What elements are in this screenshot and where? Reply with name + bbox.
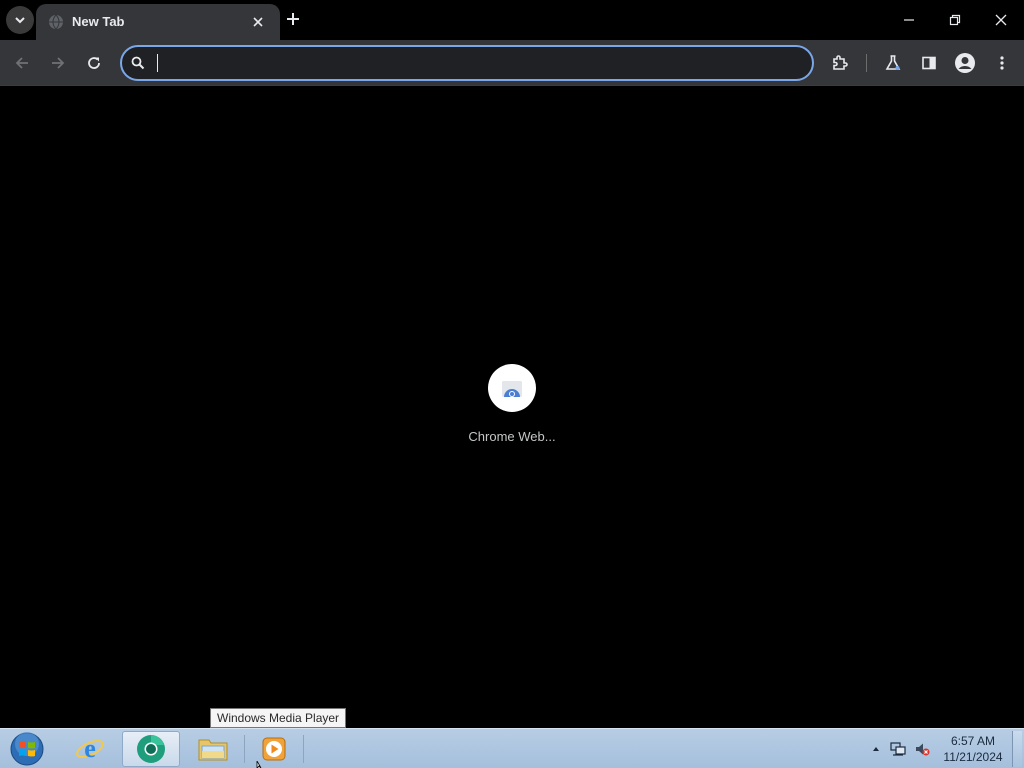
back-button[interactable] — [9, 50, 35, 76]
address-input[interactable] — [156, 53, 796, 73]
arrow-left-icon — [15, 57, 28, 69]
shortcut-label: Chrome Web... — [468, 429, 556, 444]
folder-icon — [198, 739, 228, 761]
arrow-right-icon — [52, 57, 65, 69]
restore-icon — [949, 14, 961, 26]
network-tray-button[interactable] — [890, 741, 906, 757]
profile-button[interactable] — [952, 50, 978, 76]
browser-toolbar — [0, 40, 1024, 86]
address-bar[interactable] — [120, 45, 814, 81]
volume-tray-button[interactable] — [914, 741, 930, 757]
avatar-icon — [955, 53, 975, 73]
tab-close-button[interactable] — [250, 14, 266, 30]
speaker-muted-icon — [916, 743, 930, 756]
shortcut-icon-container — [488, 364, 536, 412]
reload-button[interactable] — [81, 50, 107, 76]
flask-icon — [885, 55, 901, 70]
svg-text:e: e — [84, 734, 96, 763]
taskbar: e 6:57 AM 11/21/2024 — [0, 728, 1024, 768]
menu-button[interactable] — [989, 50, 1015, 76]
side-panel-button[interactable] — [916, 50, 942, 76]
plus-icon — [287, 13, 299, 25]
tab-strip: New Tab — [0, 0, 1024, 40]
network-icon — [890, 742, 906, 756]
windows-logo-icon — [10, 732, 44, 766]
taskbar-divider — [244, 735, 245, 763]
side-panel-icon — [922, 56, 936, 70]
internet-explorer-icon: e — [76, 734, 104, 763]
kebab-menu-icon — [1000, 56, 1004, 70]
taskbar-internet-explorer[interactable]: e — [61, 731, 119, 767]
forward-button[interactable] — [45, 50, 71, 76]
search-icon — [131, 56, 145, 70]
minimize-icon — [904, 19, 914, 21]
show-desktop-button[interactable] — [1012, 731, 1022, 767]
tab-title: New Tab — [72, 14, 125, 29]
taskbar-tooltip: Windows Media Player — [210, 708, 347, 728]
screen: New Tab Chrome Web... Windows Media Play… — [0, 0, 1024, 768]
mouse-cursor-icon — [256, 761, 262, 768]
system-clock[interactable]: 6:57 AM 11/21/2024 — [936, 733, 1010, 765]
clock-time: 6:57 AM — [950, 734, 996, 748]
show-hidden-icons-button[interactable] — [868, 741, 884, 757]
globe-icon — [49, 14, 63, 30]
shortcut-chrome-web-store[interactable]: Chrome Web... — [460, 364, 564, 454]
tab-search-button[interactable] — [6, 6, 34, 34]
new-tab-page: Chrome Web... — [0, 87, 1024, 728]
taskbar-file-explorer[interactable] — [184, 731, 242, 767]
new-tab-button[interactable] — [282, 8, 304, 30]
chrome-icon — [137, 735, 165, 763]
chevron-down-icon — [15, 17, 25, 24]
minimize-button[interactable] — [886, 0, 932, 40]
extensions-button[interactable] — [827, 50, 853, 76]
text-caret — [157, 54, 158, 72]
chrome-web-store-icon — [502, 381, 522, 397]
puzzle-icon — [833, 55, 848, 70]
close-window-button[interactable] — [978, 0, 1024, 40]
start-button[interactable] — [8, 731, 46, 767]
taskbar-chrome[interactable] — [122, 731, 180, 767]
triangle-up-icon — [873, 747, 879, 751]
close-icon — [995, 14, 1007, 26]
close-icon — [253, 17, 263, 27]
tab-new-tab[interactable]: New Tab — [36, 4, 280, 40]
reload-icon — [88, 57, 100, 69]
labs-button[interactable] — [880, 50, 906, 76]
restore-button[interactable] — [932, 0, 978, 40]
media-player-icon — [262, 737, 286, 761]
toolbar-divider — [866, 54, 867, 72]
clock-date: 11/21/2024 — [943, 750, 1003, 764]
taskbar-divider — [303, 735, 304, 763]
